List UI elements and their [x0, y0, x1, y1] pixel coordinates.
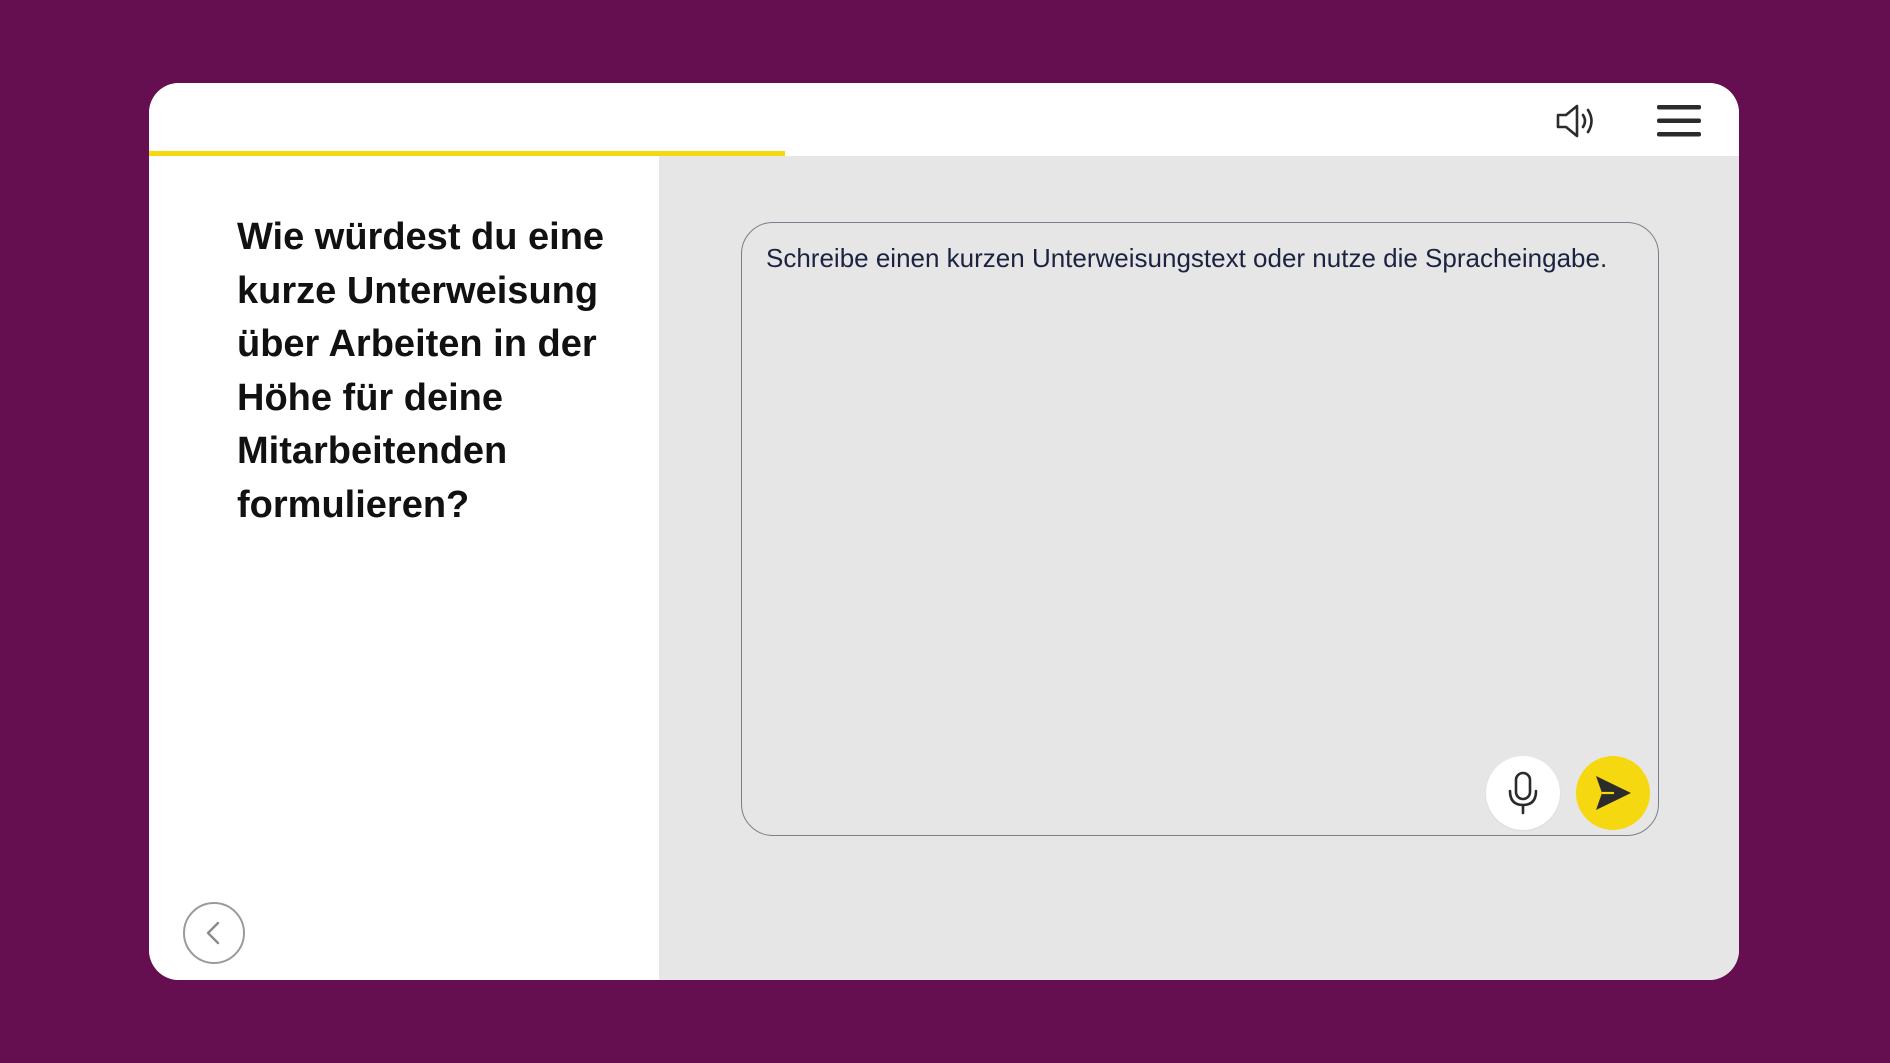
question-text: Wie würdest du eine kurze Unterweisung ü… [237, 216, 605, 526]
top-bar [149, 83, 1739, 156]
back-button[interactable] [183, 902, 245, 964]
answer-input-box [741, 222, 1659, 836]
question-panel: Wie würdest du eine kurze Unterweisung ü… [149, 156, 659, 980]
answer-panel [659, 156, 1739, 980]
speaker-icon [1556, 104, 1593, 138]
send-icon [1596, 776, 1631, 810]
answer-textarea[interactable] [766, 243, 1626, 723]
hamburger-menu-icon [1657, 105, 1701, 137]
chevron-left-icon [206, 921, 220, 945]
sound-button[interactable] [1548, 93, 1604, 149]
menu-button[interactable] [1651, 93, 1707, 149]
microphone-icon [1508, 771, 1538, 815]
send-button[interactable] [1576, 756, 1650, 830]
voice-input-button[interactable] [1486, 756, 1560, 830]
lesson-card: Wie würdest du eine kurze Unterweisung ü… [149, 83, 1739, 980]
